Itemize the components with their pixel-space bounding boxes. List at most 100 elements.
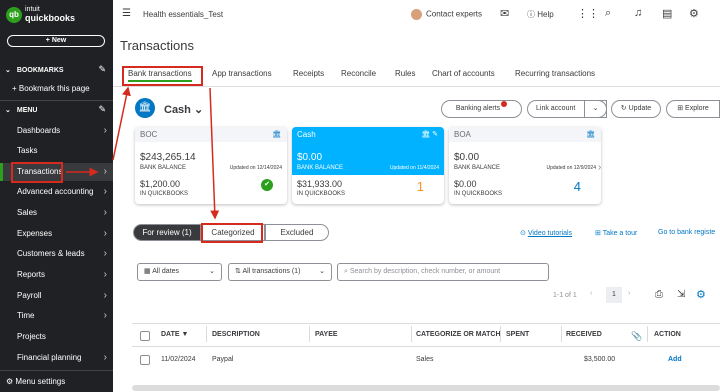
- sidebar-item-tasks[interactable]: Tasks: [0, 142, 113, 160]
- account-card-boc[interactable]: BOC 🏛 $243,265.14 BANK BALANCE Updated o…: [135, 127, 287, 204]
- sidebar-item-transactions[interactable]: Transactions ›: [0, 163, 113, 181]
- account-card-cash[interactable]: Cash 🏛 ✎ $0.00 BANK BALANCE Updated on 1…: [292, 127, 444, 204]
- help-button[interactable]: ⓘ Help: [527, 9, 554, 20]
- bookmark-this-page[interactable]: + Bookmark this page: [0, 80, 113, 98]
- divider: [0, 370, 113, 371]
- help-label: Help: [537, 10, 554, 19]
- tab-app-transactions[interactable]: App transactions: [212, 69, 272, 78]
- chevron-down-icon: ⌄: [5, 67, 11, 74]
- search-input[interactable]: ⌕ Search by description, check number, o…: [337, 263, 549, 281]
- chevron-right-icon[interactable]: ›: [598, 162, 601, 173]
- explore-button[interactable]: ⊞ Explore: [666, 100, 720, 118]
- tab-chart-of-accounts[interactable]: Chart of accounts: [432, 69, 495, 78]
- row-date: 11/02/2024: [161, 356, 196, 363]
- bank-icon: 🏛: [135, 98, 155, 118]
- chevron-right-icon: ›: [103, 125, 107, 136]
- contact-experts-button[interactable]: Contact experts: [411, 9, 482, 20]
- row-received: $3,500.00: [584, 356, 616, 363]
- sidebar-item-advanced-accounting[interactable]: Advanced accounting ›: [0, 183, 113, 201]
- page-title: Transactions: [120, 38, 194, 53]
- qb-balance: $31,933.00: [297, 179, 343, 189]
- chevron-down-icon: ⌄: [193, 104, 204, 116]
- print-icon[interactable]: ⎙: [655, 289, 663, 300]
- tab-rules[interactable]: Rules: [395, 69, 415, 78]
- chevron-right-icon: ›: [103, 290, 107, 301]
- date-filter[interactable]: ▦ All dates ⌄: [137, 263, 222, 281]
- check-icon: ✔: [261, 179, 273, 191]
- video-tutorials-link[interactable]: ⊙ Video tutorials: [520, 229, 572, 237]
- link-account-dropdown[interactable]: ⌄: [584, 100, 607, 118]
- qb-balance: $1,200.00: [140, 179, 181, 189]
- top-bar: ☰ Health essentials_Test Contact experts…: [113, 0, 720, 30]
- gear-icon[interactable]: ⚙: [696, 288, 706, 301]
- col-categorize[interactable]: CATEGORIZE OR MATCH: [416, 331, 501, 338]
- bell-icon[interactable]: ♫: [634, 7, 642, 19]
- transaction-filter[interactable]: ⇅ All transactions (1) ⌄: [228, 263, 332, 281]
- select-all-checkbox[interactable]: [140, 331, 150, 341]
- new-button[interactable]: + New: [7, 35, 105, 47]
- account-selector[interactable]: Cash ⌄: [164, 103, 203, 116]
- row-description: Paypal: [212, 356, 234, 363]
- add-button[interactable]: Add: [668, 356, 682, 363]
- tab-bank-transactions[interactable]: Bank transactions: [128, 69, 192, 82]
- tab-reconcile[interactable]: Reconcile: [341, 69, 376, 78]
- bookmarks-label: BOOKMARKS: [16, 67, 64, 74]
- sidebar-item-payroll[interactable]: Payroll ›: [0, 287, 113, 305]
- tab-excluded[interactable]: Excluded: [265, 224, 329, 241]
- bank-balance: $0.00: [297, 152, 323, 163]
- update-button[interactable]: ↻ Update: [611, 100, 661, 118]
- apps-grid-icon[interactable]: ⋮⋮: [577, 7, 599, 20]
- search-icon[interactable]: ⌕: [605, 7, 611, 20]
- chevron-down-icon: ⌄: [592, 105, 599, 112]
- sidebar-item-dashboards[interactable]: Dashboards ›: [0, 122, 113, 140]
- next-page-icon[interactable]: ›: [628, 290, 630, 297]
- chevron-right-icon: ›: [103, 186, 107, 197]
- clipboard-icon[interactable]: ▤: [662, 7, 672, 20]
- tour-icon: ⊞: [595, 230, 601, 237]
- sidebar-item-sales[interactable]: Sales ›: [0, 204, 113, 222]
- gear-icon[interactable]: ⚙: [689, 7, 699, 20]
- sidebar-item-time[interactable]: Time ›: [0, 307, 113, 325]
- col-description[interactable]: DESCRIPTION: [212, 331, 260, 338]
- account-card-boa[interactable]: BOA 🏛 $0.00 BANK BALANCE Updated on 12/9…: [449, 127, 601, 204]
- tab-for-review[interactable]: For review (1): [133, 224, 201, 241]
- col-received[interactable]: RECEIVED: [566, 331, 602, 338]
- explore-icon: ⊞: [677, 105, 684, 112]
- page-number[interactable]: 1: [606, 287, 622, 303]
- bookmarks-header[interactable]: ⌄ BOOKMARKS: [5, 66, 64, 74]
- sidebar-item-customers-leads[interactable]: Customers & leads ›: [0, 245, 113, 263]
- sidebar-item-reports[interactable]: Reports ›: [0, 266, 113, 284]
- qb-balance: $0.00: [454, 179, 477, 189]
- updated-date: Updated on 12/14/2024: [229, 165, 282, 171]
- banking-alerts-button[interactable]: Banking alerts: [441, 100, 522, 118]
- quickbooks-logo-icon[interactable]: qb: [6, 7, 22, 23]
- sidebar-item-projects[interactable]: Projects: [0, 328, 113, 346]
- filter-icon: ⇅: [235, 268, 241, 275]
- hamburger-menu-icon[interactable]: ☰: [122, 8, 131, 19]
- col-date[interactable]: DATE ▼: [161, 331, 188, 338]
- sidebar-item-financial-planning[interactable]: Financial planning ›: [0, 349, 113, 367]
- col-spent[interactable]: SPENT: [506, 331, 529, 338]
- menu-header[interactable]: ⌄ MENU: [5, 106, 38, 114]
- row-checkbox[interactable]: [140, 355, 150, 365]
- sidebar-item-expenses[interactable]: Expenses ›: [0, 225, 113, 243]
- bank-register-link[interactable]: Go to bank registe: [658, 229, 715, 236]
- review-count: 4: [573, 179, 581, 194]
- pencil-icon[interactable]: ✎: [98, 104, 106, 115]
- play-icon: ⊙: [520, 230, 526, 237]
- chevron-right-icon: ›: [103, 269, 107, 280]
- sidebar: qb intuit quickbooks + New ⌄ BOOKMARKS ✎ …: [0, 0, 113, 392]
- notification-icon[interactable]: ✉: [500, 7, 509, 20]
- tab-categorized[interactable]: Categorized: [201, 224, 265, 241]
- export-icon[interactable]: ⇲: [677, 289, 685, 300]
- card-name: BOA: [454, 130, 471, 139]
- pencil-icon[interactable]: ✎: [98, 64, 106, 75]
- menu-settings-button[interactable]: ⚙ Menu settings: [6, 377, 65, 386]
- tab-recurring-transactions[interactable]: Recurring transactions: [515, 69, 595, 78]
- horizontal-scrollbar[interactable]: [132, 385, 720, 391]
- take-tour-link[interactable]: ⊞ Take a tour: [595, 229, 637, 237]
- calendar-icon: ▦: [144, 268, 151, 275]
- col-payee[interactable]: PAYEE: [315, 331, 338, 338]
- prev-page-icon[interactable]: ‹: [590, 290, 592, 297]
- tab-receipts[interactable]: Receipts: [293, 69, 324, 78]
